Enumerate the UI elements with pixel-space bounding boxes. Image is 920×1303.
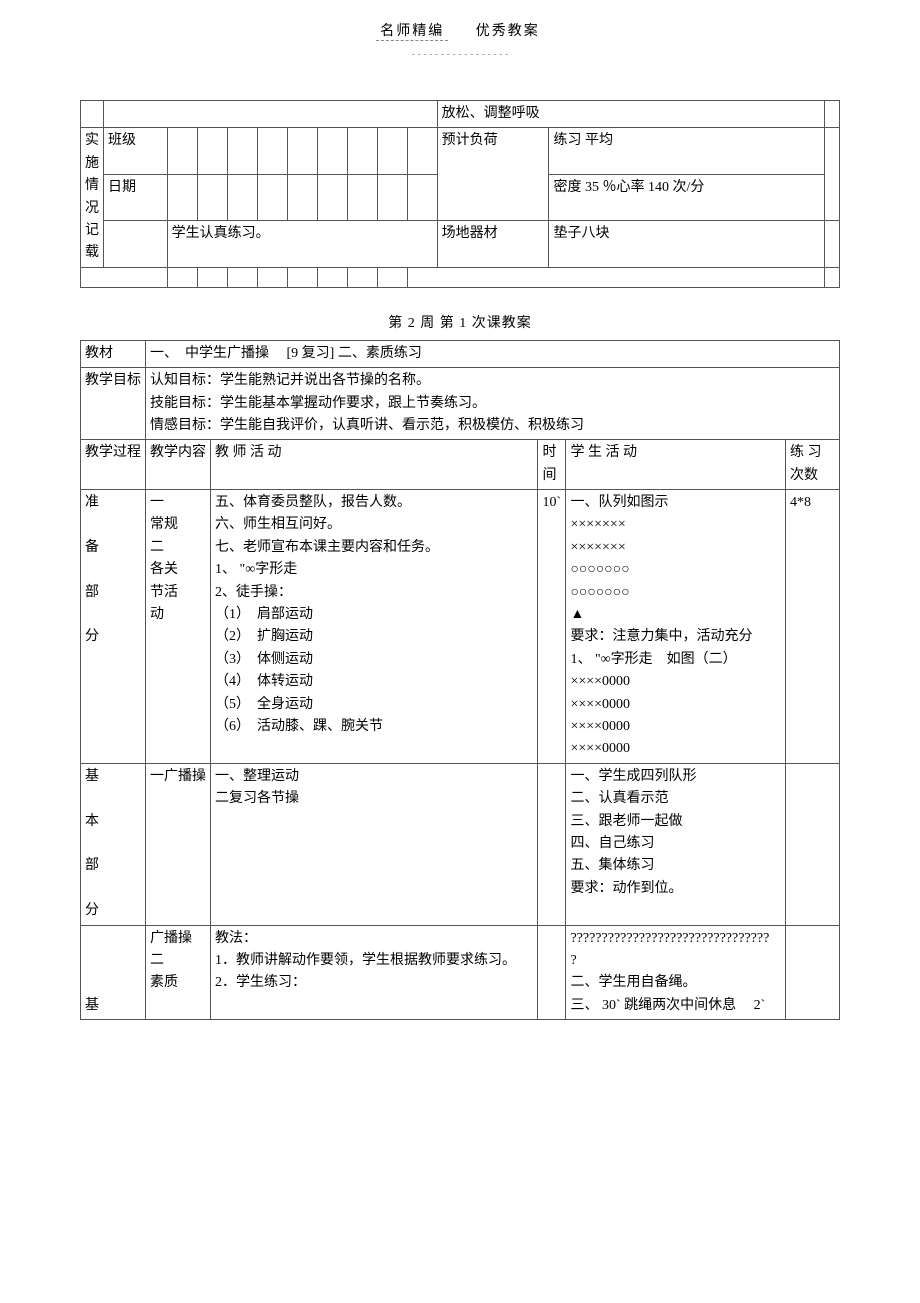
venue-label: 场地器材	[437, 221, 549, 267]
empty-cell	[317, 267, 347, 287]
empty-cell	[786, 763, 840, 925]
empty-cell	[347, 174, 377, 220]
empty-cell	[377, 267, 407, 287]
empty-cell	[824, 101, 840, 128]
empty-cell	[197, 174, 227, 220]
impl-label: 实施情况记载	[81, 128, 104, 267]
lesson-table: 教材 一、 中学生广播操 [9 复习] 二、素质练习 教学目标 认知目标：学生能…	[80, 340, 840, 1020]
empty-cell	[407, 128, 437, 174]
basic2-teacher: 教法： 1．教师讲解动作要领，学生根据教师要求练习。 2．学生练习：	[211, 925, 538, 1020]
basic-teacher: 一、整理运动 二复习各节操	[211, 763, 538, 925]
goals-label: 教学目标	[81, 368, 146, 440]
empty-cell	[257, 267, 287, 287]
header-dashes: - - - - - - - - - - - - - - - - -	[0, 49, 920, 60]
empty-cell	[197, 267, 227, 287]
empty-cell	[538, 763, 566, 925]
empty-cell	[287, 174, 317, 220]
empty-cell	[104, 221, 168, 267]
basic2-student: ???????????????????????????????? ? 二、学生用…	[566, 925, 786, 1020]
empty-cell	[167, 174, 197, 220]
hdr-content: 教学内容	[146, 440, 211, 490]
jiaocai-label: 教材	[81, 340, 146, 367]
table-row: 教学目标 认知目标：学生能熟记并说出各节操的名称。 技能目标：学生能基本掌握动作…	[81, 368, 840, 440]
empty-cell	[347, 128, 377, 174]
empty-cell	[407, 174, 437, 220]
table-row: 基 广播操 二 素质 教法： 1．教师讲解动作要领，学生根据教师要求练习。 2．…	[81, 925, 840, 1020]
date-label: 日期	[104, 174, 168, 220]
forecast-label: 预计负荷	[437, 128, 549, 221]
empty-cell	[167, 128, 197, 174]
empty-cell	[81, 101, 104, 128]
basic-label: 基 本 部 分	[81, 763, 146, 925]
class-label: 班级	[104, 128, 168, 174]
density-line2: 密度 35 ％心率 140 次/分	[549, 174, 824, 220]
hdr-process: 教学过程	[81, 440, 146, 490]
prep-time: 10`	[538, 490, 566, 764]
empty-cell	[824, 221, 840, 267]
prep-content: 一 常规 二 各关 节活 动	[146, 490, 211, 764]
table-row: 实施情况记载 班级 预计负荷 练习 平均	[81, 128, 840, 174]
empty-cell	[104, 101, 438, 128]
empty-cell	[824, 128, 840, 221]
goal-skill: 技能目标：学生能基本掌握动作要求，跟上节奏练习。	[150, 393, 835, 415]
jiaocai-value: 一、 中学生广播操 [9 复习] 二、素质练习	[146, 340, 840, 367]
prep-reps: 4*8	[786, 490, 840, 764]
relax-cell: 放松、调整呼吸	[437, 101, 824, 128]
prep-label: 准 备 部 分	[81, 490, 146, 764]
goal-emotion: 情感目标：学生能自我评价，认真听讲、看示范，积极模仿、积极练习	[150, 415, 835, 437]
venue-value: 垫子八块	[549, 221, 824, 267]
header-title-right: 优秀教案	[472, 20, 544, 40]
basic2-label: 基	[81, 925, 146, 1020]
prep-teacher: 五、体育委员整队，报告人数。 六、师生相互问好。 七、老师宣布本课主要内容和任务…	[211, 490, 538, 764]
empty-cell	[317, 128, 347, 174]
empty-cell	[824, 267, 840, 287]
table-row: 放松、调整呼吸	[81, 101, 840, 128]
lesson-title: 第 2 周 第 1 次课教案	[80, 312, 840, 332]
empty-cell	[227, 174, 257, 220]
empty-cell	[257, 174, 287, 220]
page-header: 名师精编 优秀教案	[0, 20, 920, 41]
hdr-student: 学 生 活 动	[566, 440, 786, 490]
empty-cell	[227, 128, 257, 174]
table-row: 学生认真练习。 场地器材 垫子八块	[81, 221, 840, 267]
empty-cell	[407, 267, 824, 287]
empty-cell	[287, 267, 317, 287]
empty-cell	[167, 267, 197, 287]
page-content: 放松、调整呼吸 实施情况记载 班级 预计负荷 练习 平均 日期	[80, 100, 840, 1020]
hdr-time: 时间	[538, 440, 566, 490]
goal-cognitive: 认知目标：学生能熟记并说出各节操的名称。	[150, 370, 835, 392]
empty-cell	[317, 174, 347, 220]
table-row	[81, 267, 840, 287]
hdr-teacher: 教 师 活 动	[211, 440, 538, 490]
table-row: 准 备 部 分 一 常规 二 各关 节活 动 五、体育委员整队，报告人数。 六、…	[81, 490, 840, 764]
empty-cell	[377, 174, 407, 220]
empty-cell	[347, 267, 377, 287]
empty-cell	[227, 267, 257, 287]
basic-content: 一广播操	[146, 763, 211, 925]
table-row: 基 本 部 分 一广播操 一、整理运动 二复习各节操 一、学生成四列队形 二、认…	[81, 763, 840, 925]
hdr-reps: 练 习 次数	[786, 440, 840, 490]
goals-cell: 认知目标：学生能熟记并说出各节操的名称。 技能目标：学生能基本掌握动作要求，跟上…	[146, 368, 840, 440]
table-row: 教材 一、 中学生广播操 [9 复习] 二、素质练习	[81, 340, 840, 367]
empty-cell	[538, 925, 566, 1020]
empty-cell	[197, 128, 227, 174]
empty-cell	[287, 128, 317, 174]
prep-student: 一、队列如图示 ××××××× ××××××× ○○○○○○○ ○○○○○○○ …	[566, 490, 786, 764]
empty-cell	[257, 128, 287, 174]
empty-cell	[377, 128, 407, 174]
top-table: 放松、调整呼吸 实施情况记载 班级 预计负荷 练习 平均 日期	[80, 100, 840, 288]
empty-cell	[786, 925, 840, 1020]
empty-cell	[81, 267, 168, 287]
basic2-content: 广播操 二 素质	[146, 925, 211, 1020]
density-line1: 练习 平均	[549, 128, 824, 174]
student-note: 学生认真练习。	[167, 221, 437, 267]
header-title-left: 名师精编	[376, 20, 448, 41]
basic-student: 一、学生成四列队形 二、认真看示范 三、跟老师一起做 四、自己练习 五、集体练习…	[566, 763, 786, 925]
table-row: 教学过程 教学内容 教 师 活 动 时间 学 生 活 动 练 习 次数	[81, 440, 840, 490]
